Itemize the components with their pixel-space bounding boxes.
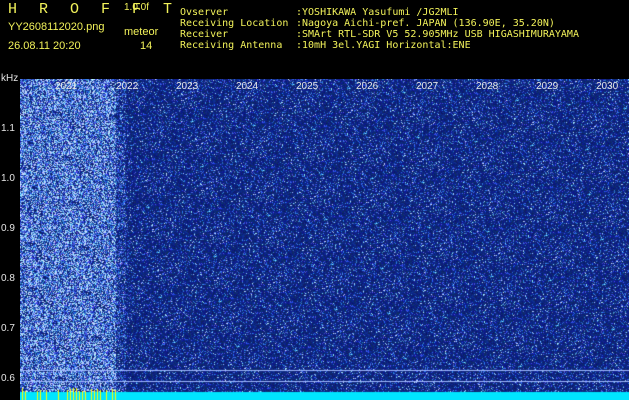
file-name: YY2608112020.png bbox=[8, 21, 105, 33]
info-value: :SMArt RTL-SDR V5 52.905MHz USB HIGASHIM… bbox=[296, 29, 579, 40]
y-tick-label: 0.6 bbox=[1, 373, 15, 384]
x-tick-label: 2026 bbox=[356, 81, 379, 92]
x-tick-label: 2022 bbox=[116, 81, 139, 92]
spectrogram-canvas bbox=[20, 79, 629, 400]
app-title: H R O F F T bbox=[8, 1, 179, 18]
y-tick-label: 0.9 bbox=[1, 223, 15, 234]
x-tick-label: 2023 bbox=[176, 81, 199, 92]
meteor-label: meteor bbox=[124, 26, 159, 38]
info-label: Receiving Antenna bbox=[180, 40, 283, 51]
info-value: :Nagoya Aichi-pref. JAPAN (136.90E, 35.2… bbox=[296, 18, 555, 29]
x-tick-label: 2021 bbox=[55, 81, 78, 92]
x-tick-label: 2024 bbox=[236, 81, 259, 92]
y-tick-label: 1.0 bbox=[1, 173, 15, 184]
x-tick-label: 2025 bbox=[296, 81, 319, 92]
info-row-receiver: Receiver :SMArt RTL-SDR V5 52.905MHz USB … bbox=[180, 30, 579, 40]
info-label: Receiver bbox=[180, 29, 229, 40]
x-tick-label: 2030 bbox=[596, 81, 619, 92]
date-time: 26.08.11 20:20 bbox=[8, 40, 81, 52]
y-tick-label: 1.1 bbox=[1, 123, 15, 134]
info-value: :YOSHIKAWA Yasufumi /JG2MLI bbox=[296, 7, 459, 18]
info-value: :10mH 3el.YAGI Horizontal:ENE bbox=[296, 40, 471, 51]
info-label: Receiving Location bbox=[180, 18, 289, 29]
meteor-count: 14 bbox=[140, 40, 153, 52]
x-tick-label: 2029 bbox=[536, 81, 559, 92]
x-tick-label: 2027 bbox=[416, 81, 439, 92]
frequency-unit-label: kHz bbox=[1, 73, 19, 84]
y-tick-label: 0.7 bbox=[1, 323, 15, 334]
y-tick-label: 0.8 bbox=[1, 273, 15, 284]
info-label: Ovserver bbox=[180, 7, 229, 18]
info-row-antenna: Receiving Antenna :10mH 3el.YAGI Horizont… bbox=[180, 41, 471, 51]
hroft-window: H R O F F T 1.0.0f YY2608112020.png 26.0… bbox=[0, 0, 629, 400]
x-tick-label: 2028 bbox=[476, 81, 499, 92]
info-row-location: Receiving Location :Nagoya Aichi-pref. JA… bbox=[180, 19, 555, 29]
info-row-observer: Ovserver :YOSHIKAWA Yasufumi /JG2MLI bbox=[180, 8, 459, 18]
app-version: 1.0.0f bbox=[124, 2, 150, 13]
